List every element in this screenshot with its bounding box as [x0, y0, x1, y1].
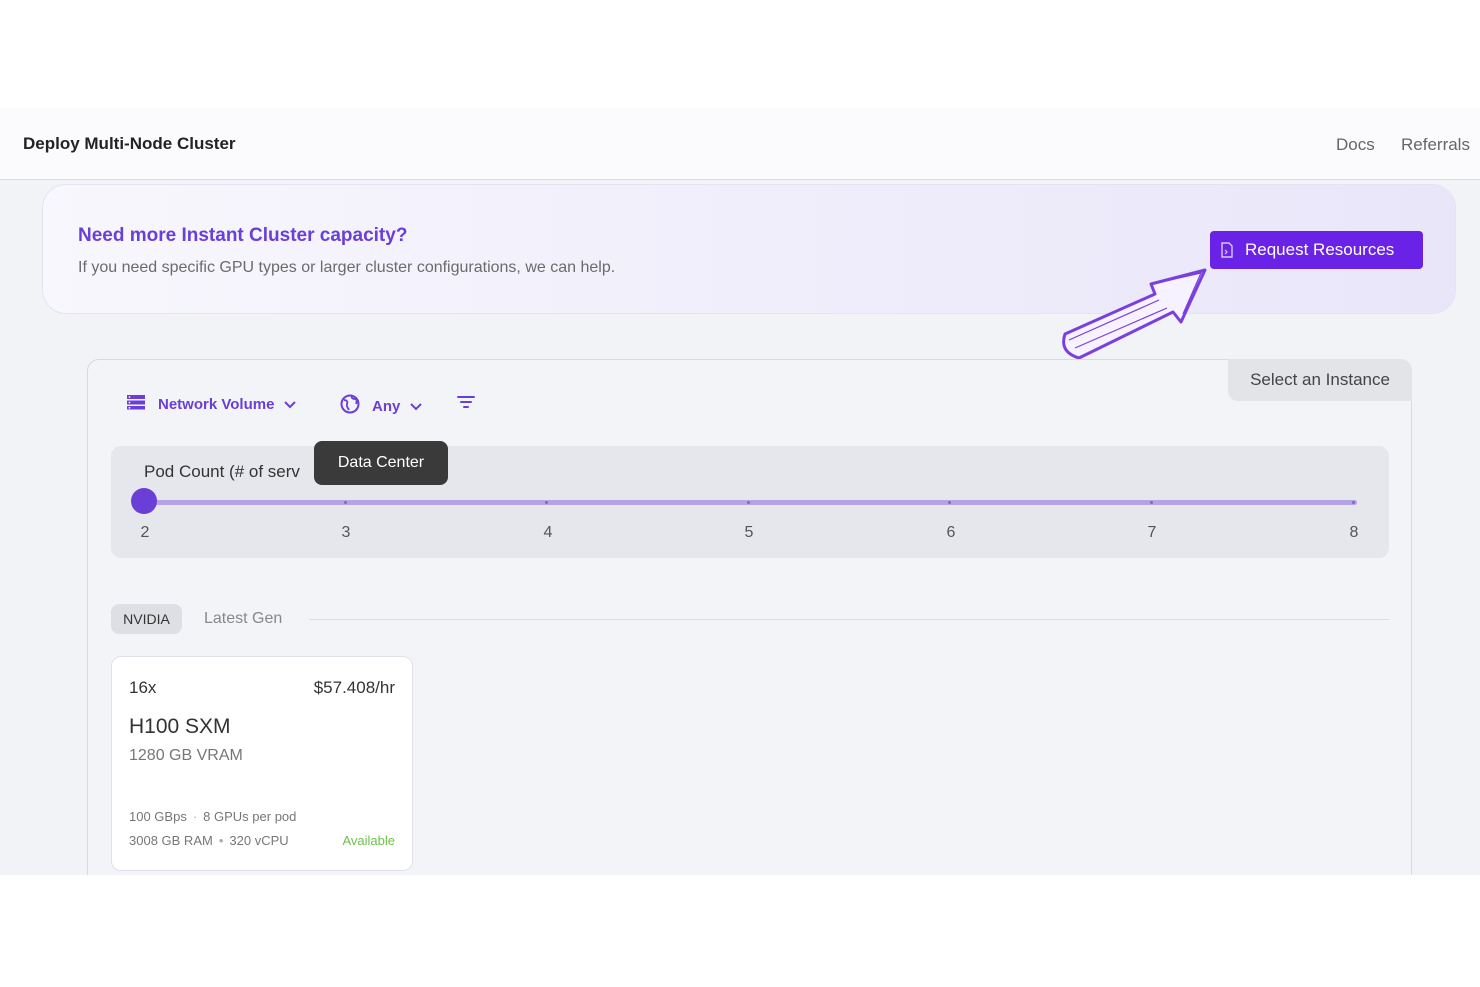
top-bar: Deploy Multi-Node Cluster Docs Referrals: [0, 108, 1480, 180]
gpu-spec-line-2: 3008 GB RAM • 320 vCPU: [129, 833, 289, 848]
gpu-card-h100-sxm[interactable]: 16x $57.408/hr H100 SXM 1280 GB VRAM 100…: [111, 656, 413, 871]
banner-title: Need more Instant Cluster capacity?: [78, 225, 408, 246]
vendor-tabs: NVIDIA Latest Gen: [111, 604, 1389, 634]
page-title: Deploy Multi-Node Cluster: [23, 134, 236, 153]
slider-tick: [545, 501, 548, 504]
screen: Deploy Multi-Node Cluster Docs Referrals…: [0, 0, 1480, 987]
filter-lines-icon: [457, 395, 475, 413]
referrals-link[interactable]: Referrals: [1401, 135, 1470, 155]
select-instance-tab[interactable]: Select an Instance: [1228, 359, 1412, 401]
tick-label: 3: [341, 524, 351, 541]
availability-status: Available: [342, 833, 395, 848]
app-window: Deploy Multi-Node Cluster Docs Referrals…: [0, 108, 1480, 875]
chevron-down-icon: [284, 396, 297, 413]
slider-tick: [948, 501, 951, 504]
slider-tick: [344, 501, 347, 504]
pod-count-label: Pod Count (# of serv: [144, 462, 300, 481]
spec-gpus-per-pod: 8 GPUs per pod: [203, 809, 297, 824]
capacity-banner: Need more Instant Cluster capacity? If y…: [42, 184, 1456, 314]
separator-dot: •: [218, 833, 224, 848]
network-volume-label: Network Volume: [158, 395, 275, 413]
tab-nvidia[interactable]: NVIDIA: [111, 604, 182, 634]
server-stack-icon: [126, 394, 146, 414]
slider-tick: [1352, 501, 1355, 504]
banner-description: If you need specific GPU types or larger…: [78, 259, 616, 276]
tick-label: 5: [744, 524, 754, 541]
pod-count-slider-box: Pod Count (# of serv 2 3 4 5 6 7 8: [111, 446, 1389, 558]
spec-vcpu: 320 vCPU: [229, 833, 289, 848]
gpu-price: $57.408/hr: [313, 678, 395, 697]
request-resources-button[interactable]: Request Resources: [1210, 231, 1423, 269]
slider-tick: [1150, 501, 1153, 504]
document-icon: [1220, 242, 1234, 258]
pod-count-slider-track[interactable]: [144, 500, 1357, 505]
instance-panel: Select an Instance Network Volume Any Po…: [87, 359, 1412, 875]
filter-button[interactable]: [457, 395, 475, 413]
chevron-down-icon: [410, 398, 423, 415]
data-center-label: Any: [372, 397, 401, 415]
pod-count-slider-thumb[interactable]: [131, 488, 157, 514]
tick-label: 2: [140, 524, 150, 541]
divider: [309, 619, 1389, 620]
request-resources-label: Request Resources: [1245, 240, 1395, 259]
slider-tick: [747, 501, 750, 504]
gpu-vram: 1280 GB VRAM: [129, 747, 243, 764]
tick-label: 8: [1349, 524, 1359, 541]
spec-ram: 3008 GB RAM: [129, 833, 213, 848]
gpu-count: 16x: [129, 678, 157, 697]
network-volume-dropdown[interactable]: Network Volume: [126, 394, 297, 414]
gpu-spec-line-1: 100 GBps · 8 GPUs per pod: [129, 809, 296, 824]
globe-icon: [340, 394, 360, 418]
tick-label: 6: [946, 524, 956, 541]
separator-dot: ·: [192, 809, 198, 824]
tick-label: 4: [543, 524, 553, 541]
docs-link[interactable]: Docs: [1336, 135, 1375, 155]
tick-label: 7: [1147, 524, 1157, 541]
data-center-tooltip: Data Center: [314, 441, 448, 485]
gpu-name: H100 SXM: [129, 715, 231, 738]
spec-bandwidth: 100 GBps: [129, 809, 187, 824]
hand-drawn-arrow-icon: [1062, 268, 1207, 360]
data-center-dropdown[interactable]: Any: [340, 394, 423, 418]
tab-latest-gen[interactable]: Latest Gen: [204, 610, 282, 628]
